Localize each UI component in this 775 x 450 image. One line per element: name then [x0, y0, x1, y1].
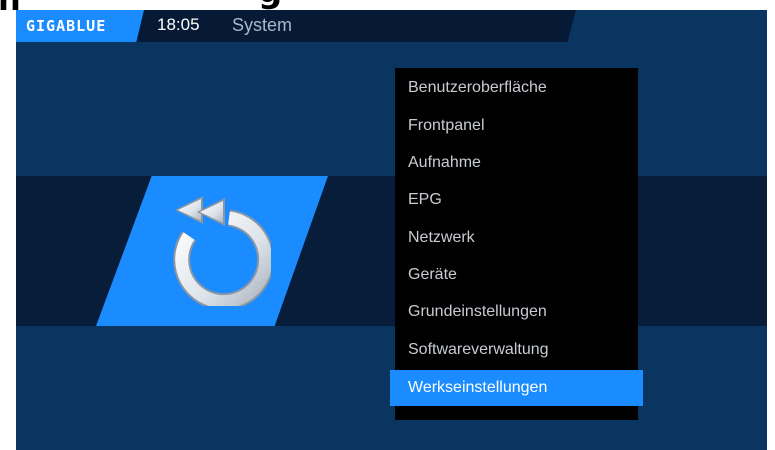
screen-title: System — [232, 15, 293, 35]
menu-item-benutzeroberflaeche[interactable]: Benutzeroberfläche — [395, 70, 638, 106]
restore-arrow-icon — [173, 196, 271, 306]
clipped-heading-text-2: g — [258, 0, 282, 8]
page: n g GIGABLUE 18:05 System — [0, 0, 775, 450]
menu-item-frontpanel[interactable]: Frontpanel — [395, 108, 638, 144]
menu-item-geraete[interactable]: Geräte — [395, 257, 638, 293]
menu-item-aufnahme[interactable]: Aufnahme — [395, 145, 638, 181]
brand-logo-text: GIGABLUE — [26, 17, 107, 35]
menu-item-softwareverwaltung[interactable]: Softwareverwaltung — [395, 332, 638, 368]
clock: 18:05 — [157, 15, 200, 34]
settings-menu: Benutzeroberfläche Frontpanel Aufnahme E… — [390, 68, 643, 420]
tv-screen: GIGABLUE 18:05 System Benutzeroberfläche… — [16, 10, 767, 450]
brand-logo: GIGABLUE — [16, 10, 144, 42]
menu-item-netzwerk[interactable]: Netzwerk — [395, 220, 638, 256]
menu-item-grundeinstellungen[interactable]: Grundeinstellungen — [395, 294, 638, 330]
menu-item-werkseinstellungen[interactable]: Werkseinstellungen — [390, 370, 643, 406]
menu-item-epg[interactable]: EPG — [395, 182, 638, 218]
